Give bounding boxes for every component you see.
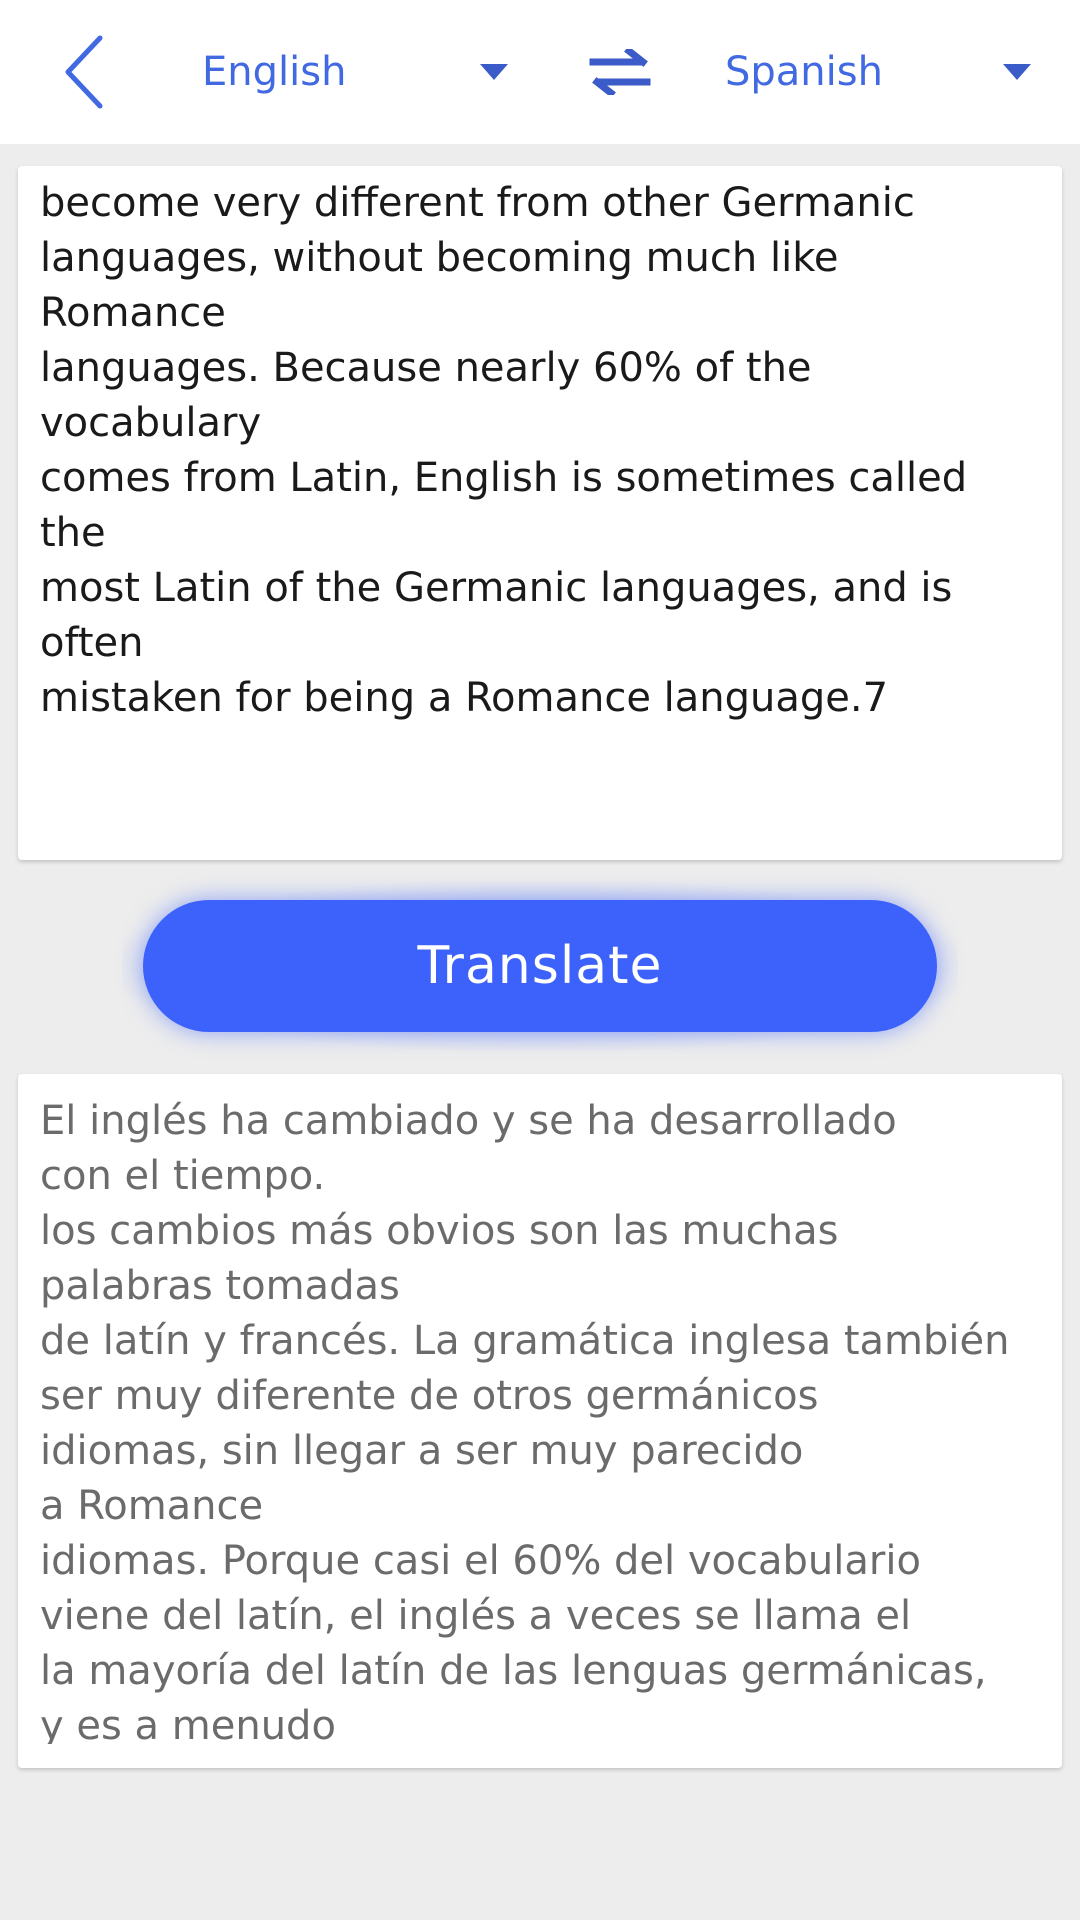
caret-down-icon	[480, 64, 508, 80]
source-language-label: English	[202, 49, 347, 95]
swap-languages-button[interactable]	[584, 38, 656, 106]
source-text-input[interactable]: become very different from other Germani…	[18, 166, 1062, 860]
chevron-left-icon	[65, 35, 103, 109]
source-language-select[interactable]: English	[202, 36, 520, 108]
back-button[interactable]	[44, 30, 124, 114]
top-bar: English Spanish	[0, 0, 1080, 144]
swap-arrows-icon	[589, 49, 651, 95]
translate-button[interactable]: Translate	[143, 900, 937, 1032]
target-language-label: Spanish	[725, 49, 883, 95]
source-text-card[interactable]: become very different from other Germani…	[18, 166, 1062, 860]
translate-button-glow: Translate	[122, 882, 958, 1050]
target-language-select[interactable]: Spanish	[725, 36, 1045, 108]
translation-result-text: El inglés ha cambiado y se ha desarrolla…	[40, 1098, 1010, 1744]
translation-result-card: El inglés ha cambiado y se ha desarrolla…	[18, 1074, 1062, 1768]
caret-down-icon	[1003, 64, 1031, 80]
